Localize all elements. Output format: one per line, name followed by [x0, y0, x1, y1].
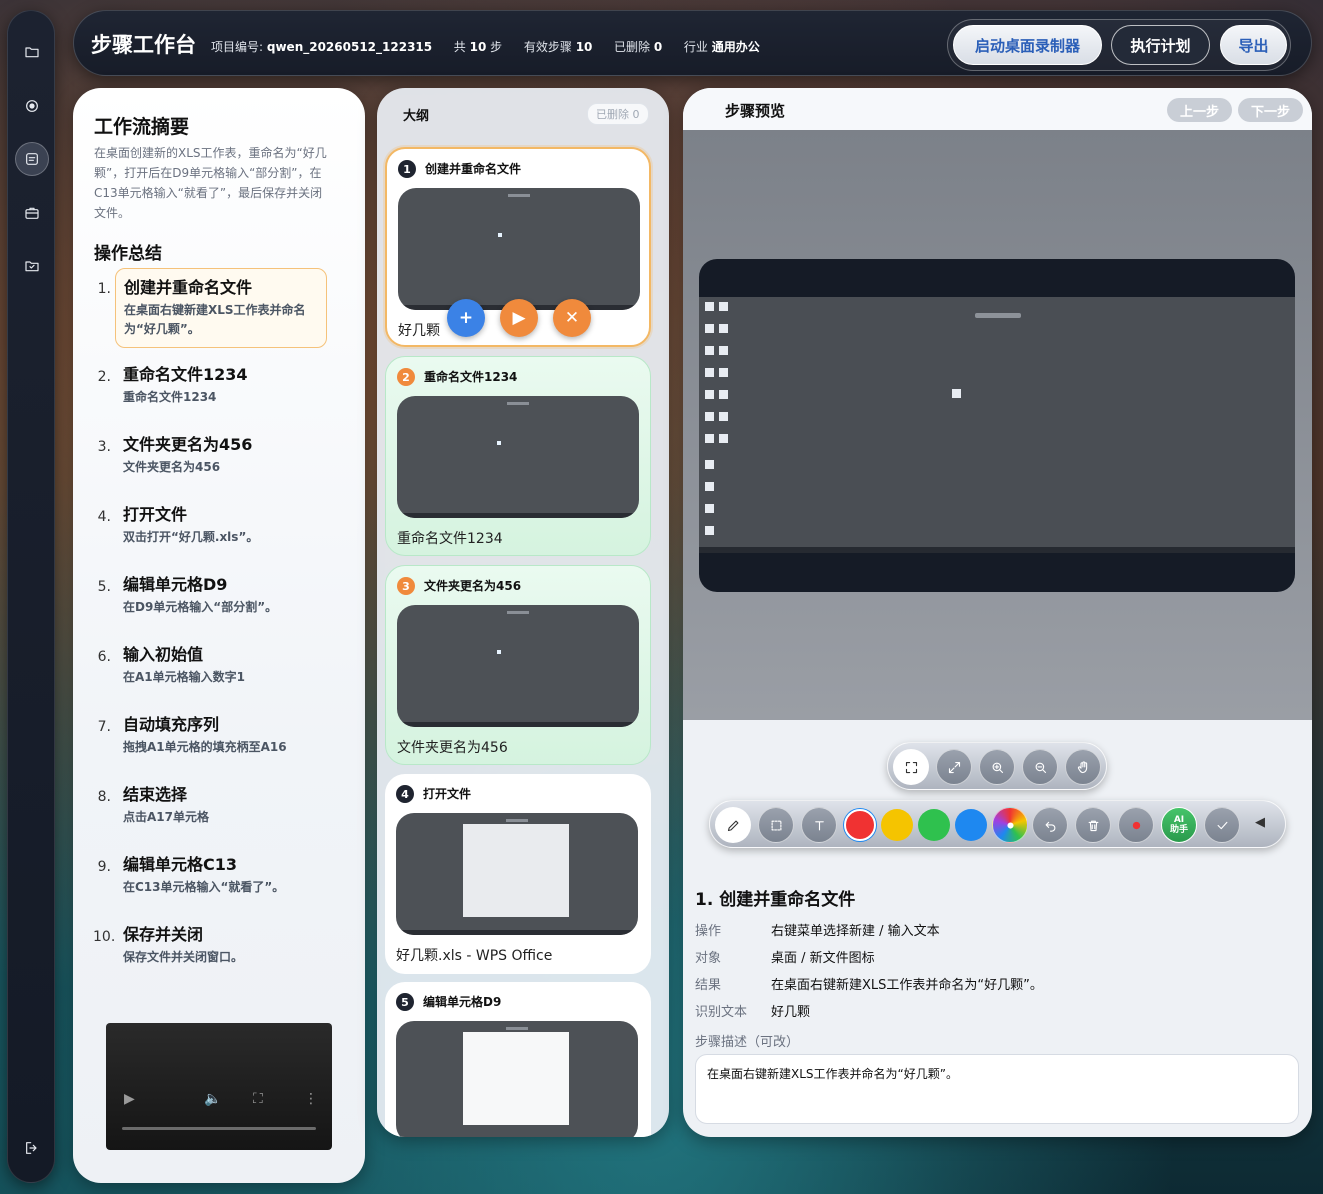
execute-plan-button[interactable]: 执行计划 [1111, 25, 1210, 65]
workflow-summary-panel: 工作流摘要 在桌面创建新的XLS工作表，重命名为“好几颗”，打开后在D9单元格输… [73, 88, 365, 1183]
step-card-title: 文件夹更名为456 [424, 579, 522, 593]
zoom-out-icon[interactable] [1022, 749, 1058, 785]
trash-icon[interactable] [1075, 807, 1111, 843]
step-card-3[interactable]: 3 文件夹更名为456 文件夹更名为456 [385, 565, 651, 765]
expand-icon[interactable] [936, 749, 972, 785]
start-recorder-button[interactable]: 启动桌面录制器 [953, 25, 1102, 65]
pencil-icon[interactable] [715, 807, 751, 843]
step-card-caption: 好几颗 [398, 323, 440, 339]
step-number: 3 [397, 577, 415, 595]
color-green-swatch[interactable] [918, 809, 950, 841]
ai-assistant-button[interactable]: AI 助手 [1161, 807, 1197, 843]
step-card-4[interactable]: 4 打开文件 好几颗.xls - WPS Office [385, 774, 651, 974]
outline-title: 大纲 [403, 109, 430, 124]
next-step-button[interactable]: 下一步 [1238, 98, 1304, 122]
color-yellow-swatch[interactable] [881, 809, 913, 841]
video-player[interactable]: ▶ 🔈 ⛶ ⋮ [106, 1023, 332, 1150]
project-meta: 项目编号: qwen_20260512_122315 共 10 步 有效步骤 1… [211, 40, 760, 54]
total-count: 10 [469, 40, 487, 54]
step-card-caption: 好几颗.xls - WPS Office [396, 948, 553, 964]
step-card-title: 创建并重命名文件 [425, 162, 522, 176]
annotation-toolbar: AI 助手 ◀ [709, 800, 1286, 848]
step-thumbnail [396, 1021, 638, 1137]
app-title: 步骤工作台 [91, 33, 196, 57]
summary-title: 工作流摘要 [94, 116, 190, 138]
hand-pan-icon[interactable] [1065, 749, 1101, 785]
step-card-title: 编辑单元格D9 [423, 995, 502, 1009]
summary-description: 在桌面创建新的XLS工作表，重命名为“好几颗”，打开后在D9单元格输入“部分割”… [94, 146, 327, 220]
briefcase-icon[interactable] [15, 196, 49, 230]
steps-icon[interactable] [15, 142, 49, 176]
fullscreen-icon[interactable]: ⛶ [253, 1091, 263, 1107]
view-toolbar [887, 742, 1107, 790]
step-thumbnail [398, 188, 640, 310]
prev-step-button[interactable]: 上一步 [1167, 98, 1233, 122]
industry-value: 通用办公 [711, 40, 760, 54]
undo-icon[interactable] [1032, 807, 1068, 843]
folder-icon[interactable] [15, 35, 49, 69]
step-thumbnail [397, 605, 639, 727]
video-progress-bar[interactable] [122, 1127, 316, 1130]
preview-stage[interactable] [683, 130, 1312, 720]
project-id: qwen_20260512_122315 [266, 40, 433, 54]
step-preview-panel: 步骤预览 上一步 下一步 AI 助手 ◀ 1. 创建并重命名文件 操作 右键菜单… [683, 88, 1312, 1137]
valid-count: 10 [575, 40, 593, 54]
step-number: 5 [396, 993, 414, 1011]
step-card-2[interactable]: 2 重命名文件1234 重命名文件1234 [385, 356, 651, 556]
step-card-caption: 重命名文件1234 [397, 531, 503, 547]
preview-screenshot [699, 259, 1295, 592]
play-icon[interactable]: ▶ [124, 1091, 135, 1107]
ops-title: 操作总结 [94, 244, 162, 264]
step-number: 1 [398, 160, 416, 178]
outline-panel: 大纲 已删除 0 1 创建并重命名文件 好几颗 + ▶ ✕ 2 重命名文件123… [377, 88, 669, 1137]
step-thumbnail [397, 396, 639, 518]
record-dot-icon[interactable] [1118, 807, 1154, 843]
step-card-5[interactable]: 5 编辑单元格D9 [385, 982, 651, 1137]
folder-check-icon[interactable] [15, 249, 49, 283]
preview-title: 步骤预览 [725, 102, 786, 120]
deleted-count: 0 [653, 40, 663, 54]
record-icon[interactable] [15, 89, 49, 123]
volume-icon[interactable]: 🔈 [204, 1091, 221, 1107]
left-rail [7, 10, 55, 1183]
header-actions: 启动桌面录制器 执行计划 导出 [947, 19, 1291, 71]
step-number: 4 [396, 785, 414, 803]
fit-screen-icon[interactable] [893, 749, 929, 785]
step-description-label: 步骤描述（可改） [695, 1035, 800, 1050]
color-red-swatch[interactable] [844, 809, 876, 841]
color-blue-swatch[interactable] [955, 809, 987, 841]
step-card-1[interactable]: 1 创建并重命名文件 好几颗 + ▶ ✕ [385, 147, 651, 347]
top-header: 步骤工作台 项目编号: qwen_20260512_122315 共 10 步 … [73, 10, 1312, 76]
color-picker-icon[interactable] [992, 807, 1028, 843]
step-card-caption: 文件夹更名为456 [397, 740, 508, 756]
step-description-input[interactable]: 在桌面右键新建XLS工作表并命名为“好几颗”。 [695, 1054, 1299, 1124]
check-icon[interactable] [1204, 807, 1240, 843]
select-rect-icon[interactable] [758, 807, 794, 843]
step-card-title: 重命名文件1234 [424, 370, 518, 384]
play-step-icon[interactable]: ▶ [500, 299, 538, 337]
collapse-toolbar-icon[interactable]: ◀ [1255, 815, 1265, 830]
export-button[interactable]: 导出 [1220, 25, 1287, 65]
step-detail-title: 1. 创建并重命名文件 [695, 890, 856, 910]
add-step-icon[interactable]: + [447, 299, 485, 337]
close-step-icon[interactable]: ✕ [553, 299, 591, 337]
zoom-in-icon[interactable] [979, 749, 1015, 785]
step-number: 2 [397, 368, 415, 386]
step-card-title: 打开文件 [423, 787, 472, 801]
more-icon[interactable]: ⋮ [304, 1091, 318, 1107]
text-tool-icon[interactable] [801, 807, 837, 843]
deleted-badge[interactable]: 已删除 0 [587, 103, 649, 125]
step-thumbnail [396, 813, 638, 935]
logout-icon[interactable] [15, 1131, 49, 1165]
